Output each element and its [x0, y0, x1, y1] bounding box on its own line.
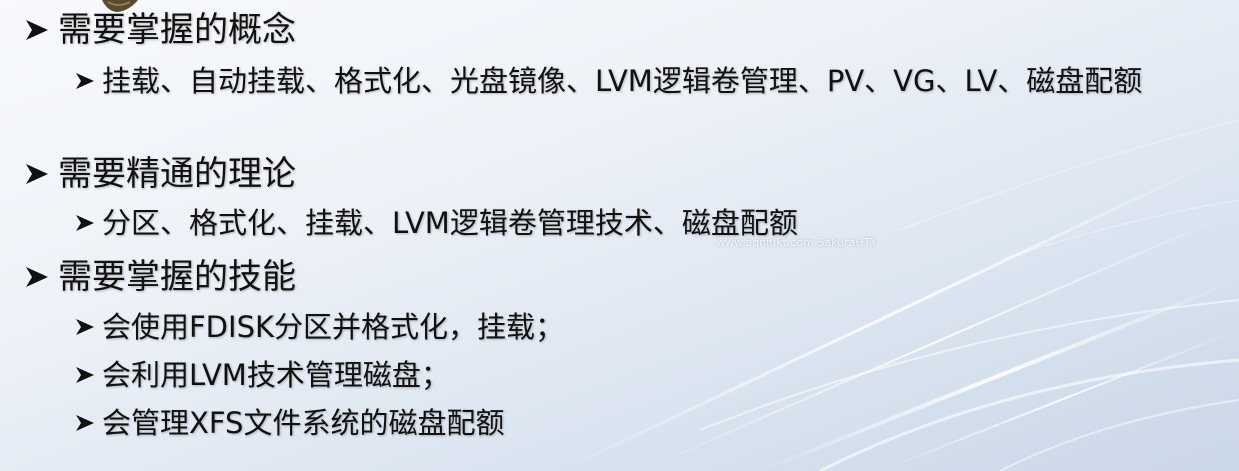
- list-item-text: 会使用FDISK分区并格式化，挂载；: [102, 310, 564, 344]
- corner-ornament-icon: [102, 0, 138, 12]
- section-heading-text: 需要掌握的概念: [58, 10, 296, 50]
- list-item-text: 挂载、自动挂载、格式化、光盘镜像、LVM逻辑卷管理、PV、VG、LV、磁盘配额: [102, 64, 1143, 98]
- section-heading-theory: 需要精通的理论: [22, 153, 296, 195]
- arrow-bullet-icon: [73, 204, 102, 242]
- slide-content: 需要掌握的概念 挂载、自动挂载、格式化、光盘镜像、LVM逻辑卷管理、PV、VG、…: [0, 0, 1239, 471]
- arrow-bullet-icon: [73, 356, 102, 394]
- list-item-text: 会利用LVM技术管理磁盘；: [102, 358, 450, 392]
- section-heading-text: 需要掌握的技能: [58, 257, 296, 297]
- list-item-skill-fdisk: 会使用FDISK分区并格式化，挂载；: [73, 308, 564, 346]
- list-item-skill-xfs-quota: 会管理XFS文件系统的磁盘配额: [73, 404, 504, 442]
- section-heading-text: 需要精通的理论: [58, 154, 296, 194]
- list-item-concepts: 挂载、自动挂载、格式化、光盘镜像、LVM逻辑卷管理、PV、VG、LV、磁盘配额: [73, 62, 1202, 100]
- section-heading-concepts: 需要掌握的概念: [22, 9, 296, 51]
- arrow-bullet-icon: [22, 9, 58, 51]
- arrow-bullet-icon: [22, 256, 58, 298]
- arrow-bullet-icon: [73, 404, 102, 442]
- list-item-skill-lvm: 会利用LVM技术管理磁盘；: [73, 356, 450, 394]
- list-item-text: 会管理XFS文件系统的磁盘配额: [102, 406, 505, 440]
- arrow-bullet-icon: [73, 308, 102, 346]
- arrow-bullet-icon: [73, 62, 102, 100]
- list-item-theory: 分区、格式化、挂载、LVM逻辑卷管理技术、磁盘配额: [73, 204, 798, 242]
- watermark-text: www.aqniukt.com SakuraHTY: [716, 236, 878, 249]
- list-item-text: 分区、格式化、挂载、LVM逻辑卷管理技术、磁盘配额: [102, 206, 798, 240]
- section-heading-skills: 需要掌握的技能: [22, 256, 296, 298]
- arrow-bullet-icon: [22, 153, 58, 195]
